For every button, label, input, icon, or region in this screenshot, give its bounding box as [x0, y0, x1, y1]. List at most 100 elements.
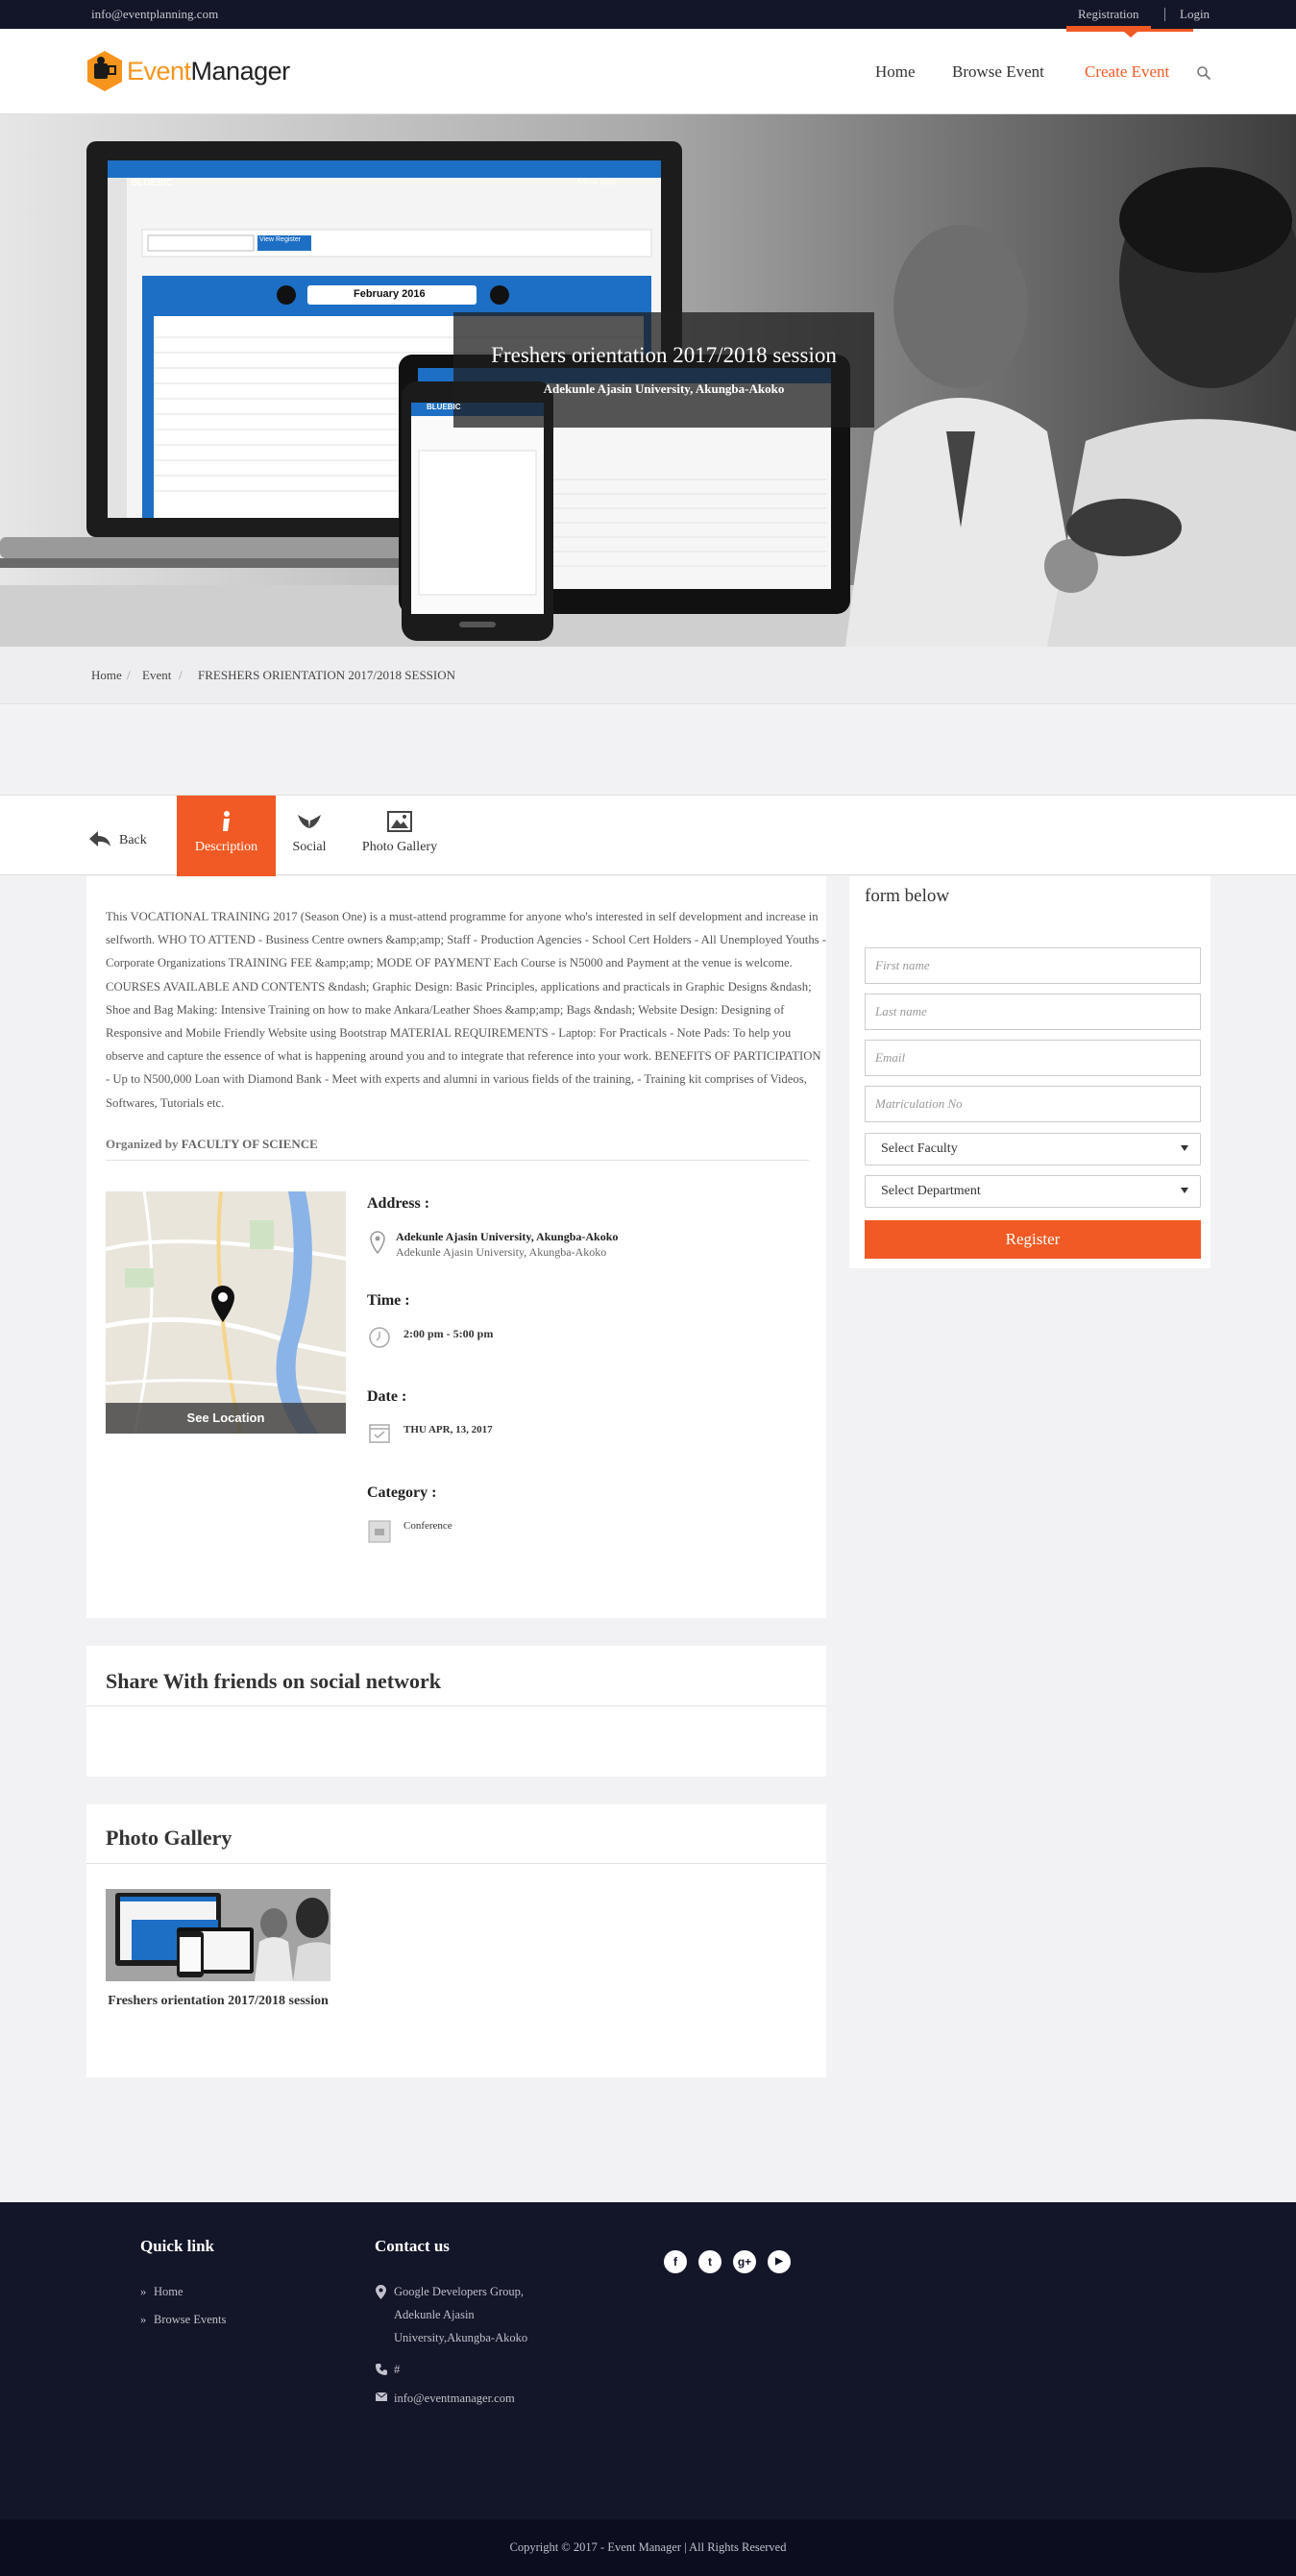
form-title: form below — [865, 886, 950, 906]
faculty-select[interactable]: Select Faculty — [865, 1133, 1201, 1165]
date-heading: Date : — [367, 1388, 407, 1405]
faculty-select-value: Select Faculty — [881, 1141, 958, 1156]
footer-link-home[interactable]: Home — [154, 2281, 183, 2303]
device-admin: Admin User — [576, 178, 617, 186]
category-heading: Category : — [367, 1484, 437, 1501]
breadcrumb-sep: / — [127, 668, 131, 682]
site-header: EventManager Home Browse Event Create Ev… — [0, 29, 1296, 114]
tab-photo-gallery-label: Photo Gallery — [361, 840, 438, 854]
hero-title: Freshers orientation 2017/2018 session — [491, 343, 837, 367]
tab-description-label: Description — [194, 840, 258, 854]
breadcrumb-sep: / — [179, 668, 183, 682]
share-divider — [86, 1705, 826, 1706]
gallery-thumbnail[interactable] — [106, 1889, 330, 1981]
nav-browse-event[interactable]: Browse Event — [952, 62, 1044, 82]
double-chevron-icon: » — [140, 2285, 147, 2298]
device-app-name-phone: BLUEBIC — [427, 403, 461, 411]
breadcrumb-current: FRESHERS ORIENTATION 2017/2018 SESSION — [198, 668, 456, 682]
last-name-field[interactable]: Last name — [865, 994, 1201, 1030]
breadcrumb: Home / Event / FRESHERS ORIENTATION 2017… — [0, 647, 1296, 704]
tab-back-label: Back — [119, 833, 147, 847]
site-footer: Quick link » Home » Browse Events Contac… — [0, 2202, 1296, 2519]
footer-address-2: Adekunle Ajasin — [394, 2308, 475, 2321]
address-line-2: Adekunle Ajasin University, Akungba-Akok… — [396, 1245, 607, 1259]
event-description: This VOCATIONAL TRAINING 2017 (Season On… — [106, 910, 827, 1110]
info-icon — [222, 811, 230, 831]
tab-photo-gallery[interactable]: Photo Gallery — [355, 796, 444, 876]
footer-address-3: University,Akungba-Akoko — [394, 2331, 528, 2344]
date-value: THU APR, 13, 2017 — [403, 1424, 493, 1435]
breadcrumb-event[interactable]: Event — [142, 668, 171, 683]
quick-link-heading: Quick link — [140, 2237, 215, 2255]
gallery-caption[interactable]: Freshers orientation 2017/2018 session — [106, 1990, 330, 2013]
image-icon — [387, 811, 412, 832]
registration-link[interactable]: Registration — [1066, 0, 1151, 29]
map-pin-icon — [211, 1286, 234, 1322]
tab-social[interactable]: Social — [281, 796, 338, 876]
gallery-image — [106, 1889, 330, 1981]
top-divider — [1164, 8, 1165, 21]
logo-text: EventManager — [127, 56, 290, 86]
breadcrumb-home[interactable]: Home — [91, 668, 122, 683]
address-heading: Address : — [367, 1195, 430, 1212]
envelope-icon — [376, 2392, 387, 2401]
tab-social-label: Social — [292, 840, 327, 854]
first-name-field[interactable]: First name — [865, 947, 1201, 984]
hero-caption: Freshers orientation 2017/2018 session A… — [453, 312, 874, 428]
department-select-value: Select Department — [881, 1184, 981, 1198]
location-map[interactable]: See Location — [106, 1191, 346, 1434]
wings-icon — [298, 815, 321, 828]
email-field[interactable]: Email — [865, 1040, 1201, 1076]
see-location-button[interactable]: See Location — [106, 1403, 346, 1434]
tab-description[interactable]: Description — [177, 796, 276, 876]
organizer-name: FACULTY OF SCIENCE — [181, 1137, 318, 1151]
nav-home[interactable]: Home — [875, 62, 916, 82]
calendar-icon — [369, 1424, 390, 1443]
department-select[interactable]: Select Department — [865, 1175, 1201, 1208]
logo-icon — [86, 50, 123, 92]
twitter-icon[interactable]: t — [698, 2250, 721, 2273]
category-value: Conference — [403, 1520, 452, 1532]
hero-subtitle: Adekunle Ajasin University, Akungba-Akok… — [543, 381, 785, 396]
time-value: 2:00 pm - 5:00 pm — [403, 1327, 494, 1340]
logo[interactable]: EventManager — [86, 50, 290, 92]
login-link[interactable]: Login — [1180, 7, 1210, 22]
nav-active-arrow — [1124, 32, 1137, 37]
organizer-prefix: Organized by — [106, 1137, 179, 1151]
contact-heading: Contact us — [375, 2237, 450, 2255]
address-line-1: Adekunle Ajasin University, Akungba-Akok… — [396, 1230, 619, 1243]
hero-banner: Freshers orientation 2017/2018 session A… — [0, 114, 1296, 647]
back-arrow-icon — [89, 831, 110, 846]
location-icon — [370, 1231, 385, 1254]
gallery-divider — [86, 1863, 826, 1864]
time-heading: Time : — [367, 1292, 410, 1309]
top-email[interactable]: info@eventplanning.com — [91, 7, 218, 22]
youtube-icon[interactable]: ▶ — [768, 2250, 791, 2273]
double-chevron-icon: » — [140, 2313, 147, 2326]
facebook-icon[interactable]: f — [664, 2250, 687, 2273]
share-panel — [86, 1646, 826, 1777]
footer-email[interactable]: info@eventmanager.com — [394, 2388, 515, 2410]
device-month: February 2016 — [354, 288, 426, 300]
location-icon — [376, 2285, 386, 2299]
share-title: Share With friends on social network — [106, 1669, 441, 1693]
google-plus-icon[interactable]: g+ — [733, 2250, 756, 2273]
device-app-name: BLUEBIC — [131, 178, 174, 188]
matriculation-field[interactable]: Matriculation No — [865, 1086, 1201, 1122]
organizer: Organized by FACULTY OF SCIENCE — [106, 1137, 809, 1161]
footer-link-browse[interactable]: Browse Events — [154, 2309, 226, 2331]
copyright: Copyright © 2017 - Event Manager | All R… — [0, 2519, 1296, 2576]
clock-icon — [369, 1327, 390, 1348]
chevron-down-icon — [1181, 1145, 1188, 1151]
nav-create-event[interactable]: Create Event — [1085, 62, 1169, 82]
search-icon[interactable] — [1196, 65, 1211, 81]
top-bar: info@eventplanning.com Registration Logi… — [0, 0, 1296, 29]
event-tabs: Back Description Social Photo Gallery — [0, 795, 1296, 876]
register-button[interactable]: Register — [865, 1220, 1201, 1259]
tab-back[interactable]: Back — [85, 796, 176, 876]
device-button: View Register — [259, 236, 302, 243]
chevron-down-icon — [1181, 1188, 1188, 1193]
phone-icon — [376, 2364, 387, 2375]
gallery-title: Photo Gallery — [106, 1826, 232, 1850]
footer-address-1: Google Developers Group, — [394, 2285, 525, 2298]
